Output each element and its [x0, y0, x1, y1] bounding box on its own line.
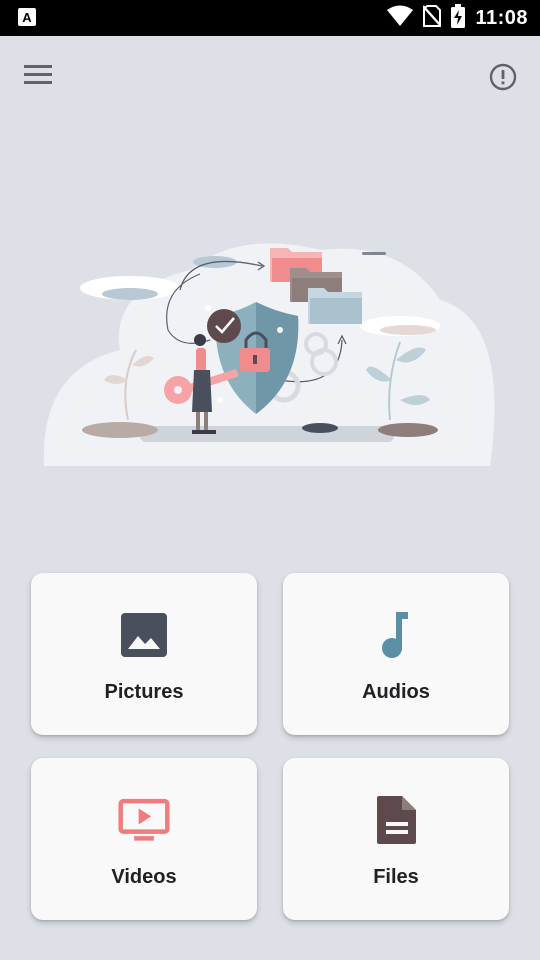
audios-label: Audios [362, 681, 430, 703]
info-circle-icon[interactable] [488, 62, 522, 96]
document-icon [370, 794, 422, 846]
status-bar: A 11:08 [0, 0, 540, 36]
audios-card[interactable]: Audios [283, 573, 509, 735]
pictures-card[interactable]: Pictures [31, 573, 257, 735]
videos-label: Videos [111, 866, 177, 888]
wifi-icon [387, 5, 414, 32]
a-notification-icon: A [18, 8, 36, 26]
files-label: Files [373, 866, 419, 888]
music-note-icon [370, 609, 422, 661]
security-illustration [40, 230, 500, 470]
no-sim-icon [422, 4, 443, 32]
battery-charging-icon [451, 3, 466, 33]
videos-card[interactable]: Videos [31, 758, 257, 920]
files-card[interactable]: Files [283, 758, 509, 920]
tv-play-icon [118, 794, 170, 846]
image-icon [118, 609, 170, 661]
hamburger-menu-icon[interactable] [22, 62, 62, 94]
status-time: 11:08 [475, 6, 528, 29]
svg-text:A: A [22, 10, 32, 25]
top-bar [0, 36, 540, 120]
pictures-label: Pictures [104, 681, 184, 703]
